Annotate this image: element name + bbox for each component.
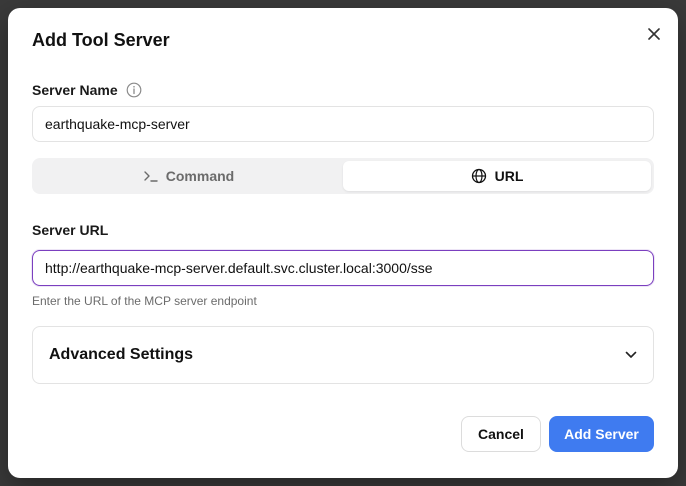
globe-icon	[471, 168, 486, 184]
server-url-label: Server URL	[32, 222, 109, 238]
server-name-input[interactable]	[32, 106, 654, 142]
chevron-down-icon	[625, 351, 637, 358]
transport-toggle: Command URL	[32, 158, 654, 194]
server-name-label: Server Name	[32, 82, 118, 98]
advanced-settings-accordion[interactable]: Advanced Settings	[32, 326, 654, 384]
server-name-label-row: Server Name	[32, 82, 142, 98]
server-url-input[interactable]	[32, 250, 654, 286]
add-server-button[interactable]: Add Server	[549, 416, 654, 452]
add-tool-server-dialog: Add Tool Server Server Name Command	[8, 8, 678, 478]
tab-command-label: Command	[165, 168, 235, 184]
server-url-hint: Enter the URL of the MCP server endpoint	[32, 294, 257, 308]
advanced-settings-title: Advanced Settings	[49, 346, 194, 363]
cancel-button[interactable]: Cancel	[461, 416, 541, 452]
tab-url-label: URL	[494, 168, 524, 184]
tab-url[interactable]: URL	[343, 161, 651, 191]
close-icon	[648, 28, 660, 40]
info-icon[interactable]	[126, 82, 142, 98]
close-button[interactable]	[644, 24, 664, 44]
dialog-title: Add Tool Server	[32, 30, 170, 50]
terminal-icon	[144, 171, 158, 182]
tab-command[interactable]: Command	[35, 161, 343, 191]
